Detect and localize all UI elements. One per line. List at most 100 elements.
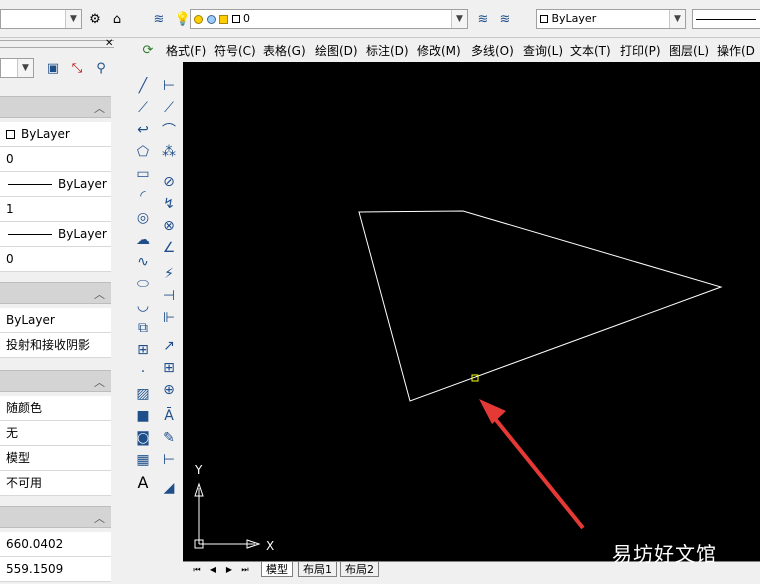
menu-format[interactable]: 格式(F)	[166, 42, 206, 59]
ellipse-arc-icon[interactable]: ◡	[133, 296, 153, 316]
last-tab-icon[interactable]: ⏭	[239, 564, 251, 576]
ellipse-icon[interactable]: ⬭	[133, 274, 153, 294]
next-tab-icon[interactable]: ▶	[223, 564, 235, 576]
settings-icon[interactable]: ⚙	[86, 10, 104, 28]
continue-dim-icon[interactable]: ⊩	[159, 308, 179, 328]
polyline-icon[interactable]: ↩	[133, 120, 153, 140]
property-center-y[interactable]: 559.1509	[0, 557, 111, 582]
close-icon[interactable]: ✕	[105, 38, 113, 49]
menu-operation[interactable]: 操作(D	[717, 42, 755, 59]
aligned-dim-icon[interactable]: ⟋	[159, 98, 179, 118]
chevron-down-icon[interactable]: ▼	[65, 10, 81, 28]
menu-text[interactable]: 文本(T)	[570, 42, 611, 59]
property-linetype[interactable]: ByLayer	[0, 172, 111, 197]
collapse-icon[interactable]: ︿	[94, 100, 105, 116]
property-material[interactable]: ByLayer	[0, 308, 111, 333]
prev-tab-icon[interactable]: ◀	[207, 564, 219, 576]
center-mark-icon[interactable]: ⊕	[159, 380, 179, 400]
quick-leader-icon[interactable]: ↗	[159, 336, 179, 356]
dim-style-icon[interactable]: ◢	[159, 478, 179, 498]
section-plot-header[interactable]: ︿	[0, 370, 111, 392]
property-layer[interactable]: 0	[0, 147, 111, 172]
menu-print[interactable]: 打印(P)	[620, 42, 661, 59]
dim-text-edit-icon[interactable]: ✎	[159, 428, 179, 448]
property-plot-type[interactable]: 不可用	[0, 471, 111, 496]
baseline-dim-icon[interactable]: ⊣	[159, 286, 179, 306]
arc-length-icon[interactable]: ⌒	[159, 120, 179, 140]
collapse-icon[interactable]: ︿	[94, 374, 105, 390]
section-3d-header[interactable]: ︿	[0, 282, 111, 304]
tolerance-icon[interactable]: ⊞	[159, 358, 179, 378]
revision-cloud-icon[interactable]: ☁	[133, 230, 153, 250]
menu-modify[interactable]: 修改(M)	[417, 42, 461, 59]
menu-query[interactable]: 查询(L)	[523, 42, 563, 59]
property-color[interactable]: ByLayer	[0, 122, 111, 147]
quick-dim-icon[interactable]: ⚡	[159, 264, 179, 284]
table-icon[interactable]: ▦	[133, 450, 153, 470]
style-combo[interactable]: ▼	[0, 9, 82, 29]
line-icon[interactable]: ╱	[133, 76, 153, 96]
layers-icon[interactable]: ≋	[150, 10, 168, 28]
layer-combo[interactable]: 0 ▼	[190, 9, 468, 29]
linetype-combo[interactable]	[692, 9, 760, 29]
first-tab-icon[interactable]: ⏮	[191, 564, 203, 576]
tab-model[interactable]: 模型	[261, 562, 293, 577]
hatch-icon[interactable]: ▨	[133, 384, 153, 404]
property-thickness[interactable]: 0	[0, 247, 111, 272]
canvas-svg[interactable]: Y X	[183, 62, 760, 561]
layer-state-icon[interactable]: ≋	[496, 10, 514, 28]
radius-dim-icon[interactable]: ⊘	[159, 172, 179, 192]
property-shadow[interactable]: 投射和接收阴影	[0, 333, 111, 358]
collapse-icon[interactable]: ︿	[94, 286, 105, 302]
drawn-polygon[interactable]	[358, 210, 723, 402]
menu-multiline[interactable]: 多线(O)	[471, 42, 514, 59]
ordinate-dim-icon[interactable]: ⁂	[159, 142, 179, 162]
home-icon[interactable]: ⌂	[108, 10, 126, 28]
property-linetype-scale[interactable]: 1	[0, 197, 111, 222]
tab-layout1[interactable]: 布局1	[298, 562, 337, 577]
section-view-header[interactable]: ︿	[0, 506, 111, 528]
menu-symbol[interactable]: 符号(C)	[214, 42, 256, 59]
polygon-icon[interactable]: ⬠	[133, 142, 153, 162]
chevron-down-icon[interactable]: ▼	[17, 59, 33, 77]
menu-table[interactable]: 表格(G)	[263, 42, 306, 59]
gradient-icon[interactable]: ■	[133, 406, 153, 426]
jogged-dim-icon[interactable]: ↯	[159, 194, 179, 214]
drawing-canvas[interactable]: Y X	[183, 62, 760, 561]
construction-line-icon[interactable]: ⟋	[133, 98, 153, 118]
diameter-dim-icon[interactable]: ⊗	[159, 216, 179, 236]
tab-layout2[interactable]: 布局2	[340, 562, 379, 577]
region-icon[interactable]: ◙	[133, 428, 153, 448]
quick-select-icon[interactable]: ▣	[44, 59, 62, 77]
make-block-icon[interactable]: ⊞	[133, 340, 153, 360]
menu-dimension[interactable]: 标注(D)	[366, 42, 409, 59]
property-plot-attached[interactable]: 模型	[0, 446, 111, 471]
property-plot-table[interactable]: 无	[0, 421, 111, 446]
select-objects-icon[interactable]: ⤡	[68, 59, 86, 77]
chevron-down-icon[interactable]: ▼	[669, 10, 685, 28]
property-plot-style[interactable]: 随颜色	[0, 396, 111, 421]
mtext-icon[interactable]: A	[133, 472, 153, 492]
panel-grip[interactable]	[0, 40, 114, 48]
insert-block-icon[interactable]: ⧉	[133, 318, 153, 338]
filter-icon[interactable]: ⚲	[92, 59, 110, 77]
dim-edit-icon[interactable]: Ā	[159, 406, 179, 426]
collapse-icon[interactable]: ︿	[94, 510, 105, 526]
chevron-down-icon[interactable]: ▼	[451, 10, 467, 28]
app-icon[interactable]: ⟳	[139, 41, 157, 59]
dim-update-icon[interactable]: ⊢	[159, 450, 179, 470]
menu-layer[interactable]: 图层(L)	[669, 42, 709, 59]
circle-icon[interactable]: ◎	[133, 208, 153, 228]
rectangle-icon[interactable]: ▭	[133, 164, 153, 184]
property-lineweight[interactable]: ByLayer	[0, 222, 111, 247]
arc-icon[interactable]: ◜	[133, 186, 153, 206]
section-general-header[interactable]: ︿	[0, 96, 111, 118]
spline-icon[interactable]: ∿	[133, 252, 153, 272]
layer-previous-icon[interactable]: ≋	[474, 10, 492, 28]
angular-dim-icon[interactable]: ∠	[159, 238, 179, 258]
property-center-x[interactable]: 660.0402	[0, 532, 111, 557]
menu-draw[interactable]: 绘图(D)	[315, 42, 358, 59]
color-combo[interactable]: ByLayer ▼	[536, 9, 686, 29]
point-icon[interactable]: ·	[133, 362, 153, 382]
linear-dim-icon[interactable]: ⊢	[159, 76, 179, 96]
